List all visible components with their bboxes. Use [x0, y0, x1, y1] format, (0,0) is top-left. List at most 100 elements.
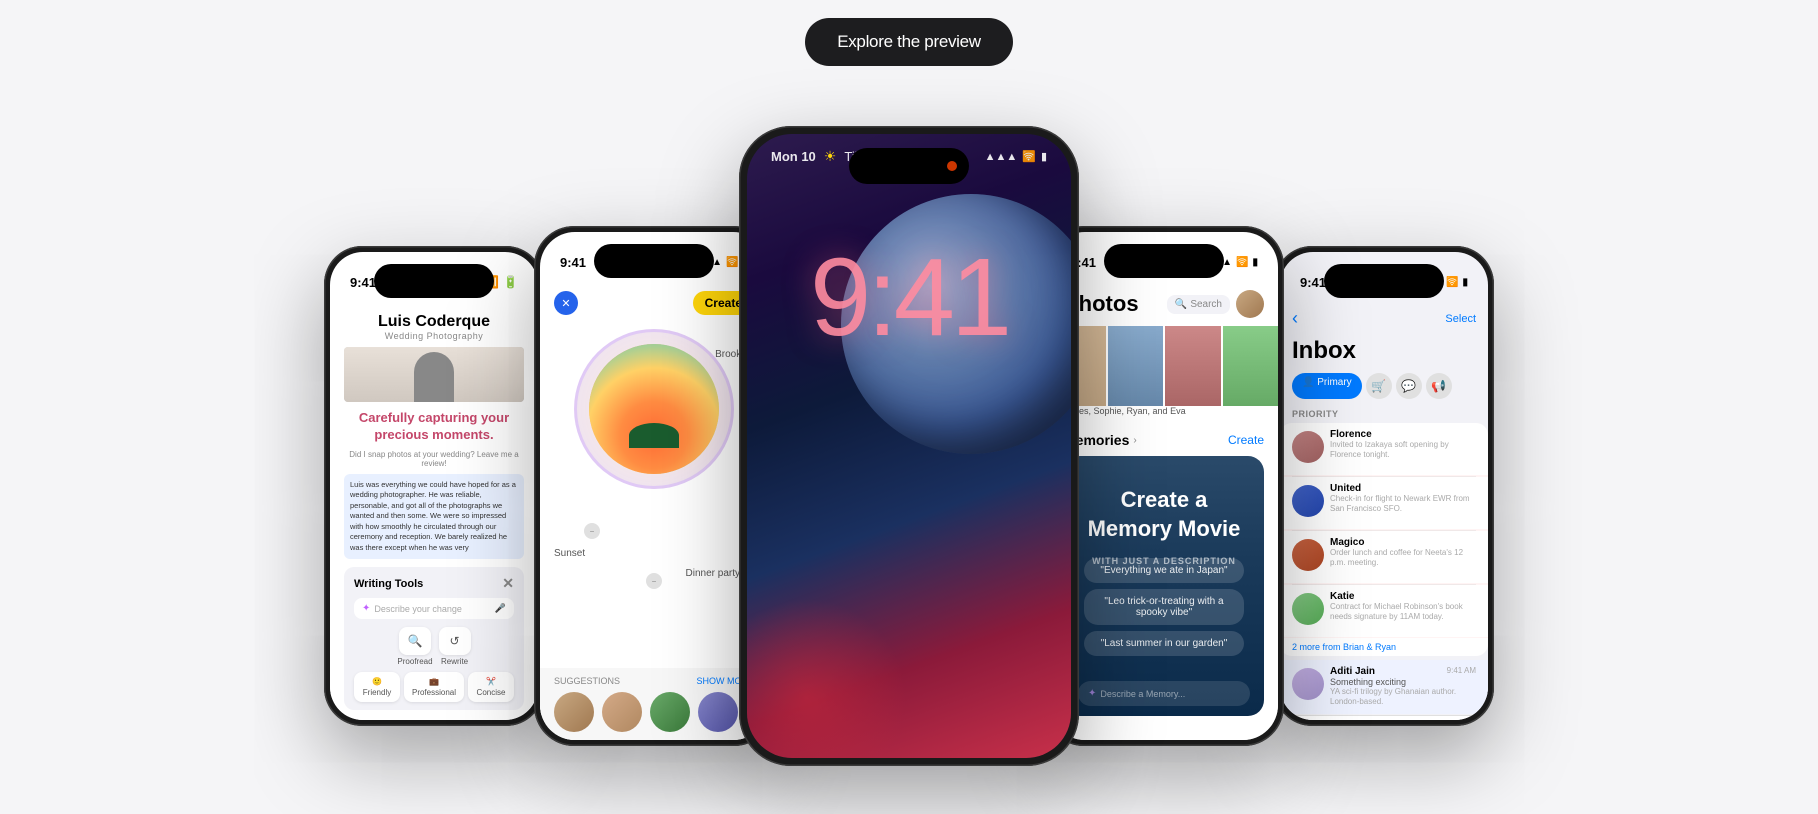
friendly-button[interactable]: 🙂 Friendly [354, 672, 400, 702]
photo-strip-4[interactable] [1223, 326, 1279, 406]
phone1-screen: 9:41 ▲▲▲ 📶 🔋 Luis Coderque Wedding Photo… [330, 252, 538, 720]
explore-preview-button[interactable]: Explore the preview [805, 18, 1013, 66]
photo-strip-2[interactable] [1108, 326, 1164, 406]
photo-strip-3[interactable] [1165, 326, 1221, 406]
phone4-dynamic-island [1104, 244, 1224, 278]
email3-preview: Order lunch and coffee for Neeta's 12 p.… [1330, 548, 1476, 569]
memory-card[interactable]: Create a Memory Movie WITH JUST A DESCRI… [1064, 456, 1264, 716]
minus-button-2[interactable]: − [646, 573, 662, 589]
memory-input-placeholder: Describe a Memory... [1100, 689, 1185, 699]
promo-tab[interactable]: 📢 [1426, 373, 1452, 399]
battery-icon: ▮ [1462, 277, 1468, 288]
phone-lockscreen: Mon 10 ☀ Tiburon ▲▲▲ 🛜 ▮ 9:41 [739, 126, 1079, 766]
phone5-screen: 9:41 ▲▲▲ 🛜 ▮ ‹ Select Inbox 👤 Primar [1280, 252, 1488, 720]
memory-describe-input[interactable]: ✦ Describe a Memory... [1078, 681, 1250, 706]
rewrite-button[interactable]: ↺ Rewrite [439, 627, 471, 666]
email1-body: Florence Invited to Izakaya soft opening… [1330, 429, 1476, 461]
writing-prompt: Did I snap photos at your wedding? Leave… [344, 450, 524, 468]
wifi-icon: 🛜 [1236, 257, 1248, 268]
concise-button[interactable]: ✂️ Concise [468, 672, 514, 702]
email-item-5[interactable]: Aditi Jain 9:41 AM Something exciting YA… [1280, 660, 1488, 714]
sun-icon: ☀ [824, 148, 837, 165]
phones-showcase: 9:41 ▲▲▲ 📶 🔋 Luis Coderque Wedding Photo… [0, 86, 1818, 766]
memory-circle [574, 329, 734, 489]
priority-emails-group: Florence Invited to Izakaya soft opening… [1280, 423, 1488, 656]
phone1-time: 9:41 [350, 275, 376, 290]
phone5-dynamic-island [1324, 264, 1444, 298]
wifi-icon: 🛜 [1022, 150, 1036, 163]
suggestion-avatar-2[interactable] [602, 692, 642, 732]
memories-section: Memories › Create Create a Memory Movie … [1050, 424, 1278, 716]
bride-photo [344, 347, 524, 402]
search-icon: 🔍 [1175, 299, 1187, 310]
minus-button[interactable]: − [584, 523, 600, 539]
sunset-label: Sunset [554, 548, 585, 559]
rewrite-icon: ↺ [439, 627, 471, 655]
camera-dot [947, 161, 957, 171]
sparkle-icon: ✦ [362, 603, 370, 614]
email5-body: Aditi Jain 9:41 AM Something exciting YA… [1330, 666, 1476, 708]
more-emails-button[interactable]: 2 more from Brian & Ryan [1280, 638, 1488, 656]
explore-section: Explore the preview [805, 18, 1013, 66]
email5-avatar [1292, 668, 1324, 700]
inbox-title: Inbox [1280, 335, 1488, 373]
writing-tools-header: Writing Tools ✕ [354, 575, 514, 592]
primary-tab[interactable]: 👤 Primary [1292, 373, 1362, 399]
phone-photos: 9:41 ▲▲▲ 🛜 ▮ Photos 🔍 Search [1044, 226, 1284, 746]
cart-tab[interactable]: 🛒 [1366, 373, 1392, 399]
memory-chip-1[interactable]: "Everything we ate in Japan" [1084, 558, 1244, 583]
photos-search[interactable]: 🔍 Search [1167, 295, 1230, 314]
email2-avatar [1292, 485, 1324, 517]
photos-header: Photos 🔍 Search [1050, 282, 1278, 326]
professional-button[interactable]: 💼 Professional [404, 672, 464, 702]
email-item-4[interactable]: Katie Contract for Michael Robinson's bo… [1280, 585, 1488, 637]
describe-placeholder: Describe your change [374, 604, 462, 614]
close-icon[interactable]: ✕ [502, 575, 514, 592]
dinner-party-label: Dinner party [686, 568, 740, 579]
battery-icon: ▮ [1252, 257, 1258, 268]
email-item-2[interactable]: United Check-in for flight to Newark EWR… [1280, 477, 1488, 529]
suggestion-avatar-4[interactable] [698, 692, 738, 732]
email5-from: Aditi Jain [1330, 666, 1375, 677]
close-button[interactable]: ✕ [554, 291, 578, 315]
memory-card-title: Create a Memory Movie [1064, 456, 1264, 543]
memory-chips: "Everything we ate in Japan" "Leo trick-… [1064, 558, 1264, 656]
concise-label: Concise [477, 688, 506, 697]
email4-preview: Contract for Michael Robinson's book nee… [1330, 602, 1476, 623]
search-label: Search [1190, 299, 1222, 310]
phone3-dynamic-island [849, 148, 969, 184]
wifi-icon: 🛜 [1446, 277, 1458, 288]
proofread-icon: 🔍 [399, 627, 431, 655]
memory-chip-2[interactable]: "Leo trick-or-treating with a spooky vib… [1084, 589, 1244, 625]
lock-day: Mon 10 [771, 149, 816, 164]
battery-icon: 🔋 [503, 275, 518, 289]
photos-user-avatar[interactable] [1236, 290, 1264, 318]
island-shape [629, 423, 679, 448]
memory-chip-3[interactable]: "Last summer in our garden" [1084, 631, 1244, 656]
phone3-screen: Mon 10 ☀ Tiburon ▲▲▲ 🛜 ▮ 9:41 [747, 134, 1071, 758]
email4-body: Katie Contract for Michael Robinson's bo… [1330, 591, 1476, 623]
email2-from: United [1330, 483, 1476, 494]
phone2-dynamic-island [594, 244, 714, 278]
photographer-sub: Wedding Photography [344, 331, 524, 341]
lock-status-icons: ▲▲▲ 🛜 ▮ [985, 150, 1047, 163]
email-item-3[interactable]: Magico Order lunch and coffee for Neeta'… [1280, 531, 1488, 583]
proofread-button[interactable]: 🔍 Proofread [397, 627, 432, 666]
suggestion-avatar-1[interactable] [554, 692, 594, 732]
describe-change-input[interactable]: ✦ Describe your change 🎤 [354, 598, 514, 619]
wifi-icon: 🛜 [726, 257, 738, 268]
rewrite-label: Rewrite [441, 657, 468, 666]
back-button[interactable]: ‹ [1292, 308, 1298, 329]
select-button[interactable]: Select [1445, 313, 1476, 325]
memories-create-button[interactable]: Create [1228, 433, 1264, 447]
writing-tools-label: Writing Tools [354, 578, 423, 590]
suggestion-avatar-3[interactable] [650, 692, 690, 732]
proofread-label: Proofread [397, 657, 432, 666]
phone2-time: 9:41 [560, 255, 586, 270]
phone2-screen: 9:41 ▲▲▲ 🛜 ▮ ✕ Create Sunset Brooklyn − [540, 232, 768, 740]
social-tab[interactable]: 💬 [1396, 373, 1422, 399]
photos-actions: 🔍 Search [1167, 290, 1264, 318]
memory-circle-inner [589, 344, 719, 474]
email-item-1[interactable]: Florence Invited to Izakaya soft opening… [1280, 423, 1488, 475]
email-item-6[interactable]: Guillermo Castillo 8:58 AM Check-in Next… [1280, 716, 1488, 720]
